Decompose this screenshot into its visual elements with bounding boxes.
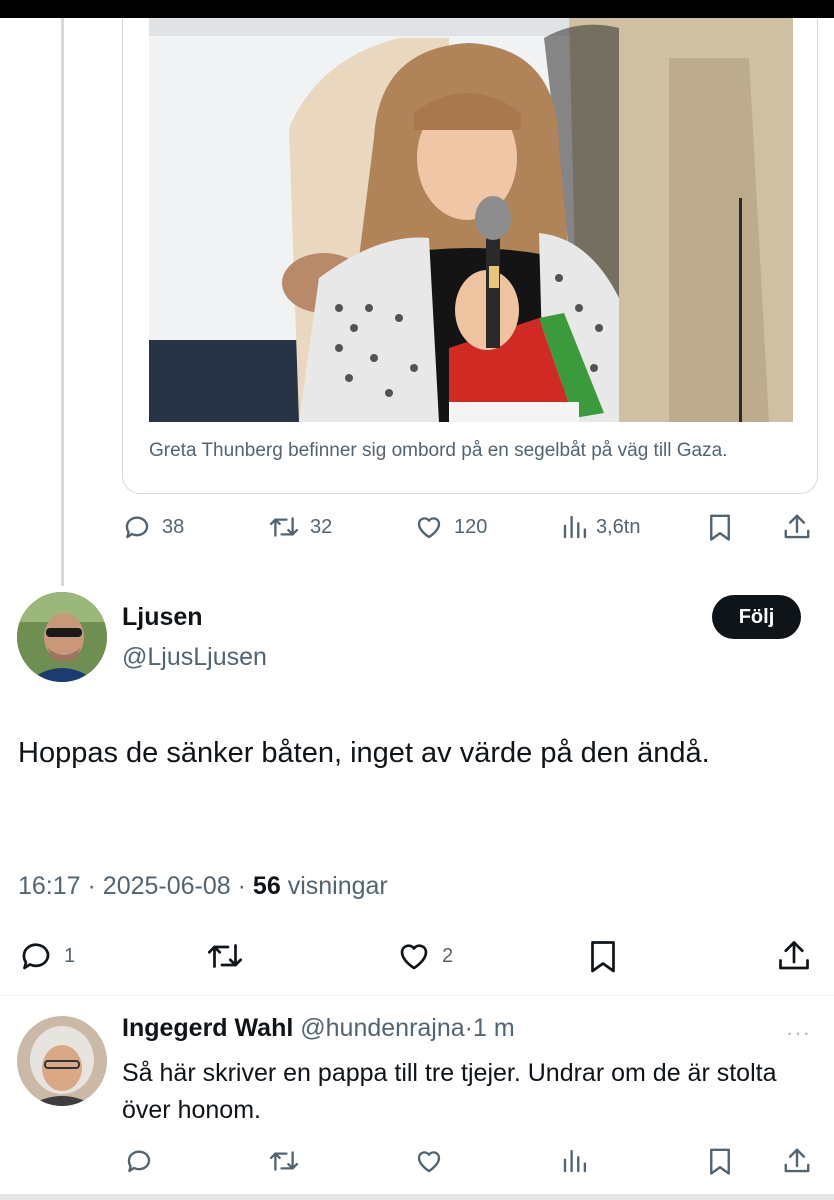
reply-bookmark-button[interactable]: [706, 1146, 734, 1176]
post-metadata: 16:17 · 2025-06-08 · 56 visningar: [18, 872, 388, 901]
reply-reply-button[interactable]: [124, 1146, 154, 1176]
reply-button[interactable]: 1: [18, 938, 75, 974]
reply-header: Ingegerd Wahl @hundenrajna·1 m: [122, 1014, 515, 1043]
news-photo[interactable]: [149, 18, 793, 422]
like-count: 2: [442, 944, 454, 967]
repost-arrows-icon: [207, 944, 243, 968]
bookmark-icon: [591, 941, 615, 973]
heart-icon: [417, 517, 441, 539]
bar-chart-icon: [563, 1149, 587, 1173]
reply-share-button[interactable]: [782, 1146, 812, 1176]
reply-author-handle[interactable]: @hundenrajna: [300, 1014, 464, 1042]
reply-text: Så här skriver en pappa till tre tjejer.…: [122, 1059, 777, 1124]
share-upload-icon: [779, 941, 809, 970]
reply-like-button[interactable]: [414, 1146, 444, 1176]
quoted-share-button[interactable]: [782, 512, 812, 542]
heart-icon: [400, 944, 428, 970]
bookmark-button[interactable]: [586, 938, 620, 974]
reply-author-avatar[interactable]: [17, 1016, 107, 1106]
author-name[interactable]: Ljusen: [122, 603, 203, 632]
repost-arrows-icon: [269, 517, 299, 537]
photo-illustration: [149, 18, 793, 422]
follow-button[interactable]: Följ: [712, 595, 801, 639]
quoted-bookmark-button[interactable]: [706, 512, 734, 542]
author-avatar[interactable]: [17, 592, 107, 682]
status-bar: [0, 0, 834, 18]
meta-separator: ·: [87, 872, 96, 900]
bookmark-icon: [710, 514, 730, 541]
speech-bubble-icon: [125, 516, 149, 539]
quoted-like-button[interactable]: 120: [414, 512, 487, 542]
reply-author-name[interactable]: Ingegerd Wahl: [122, 1014, 293, 1042]
speech-bubble-icon: [127, 1150, 151, 1173]
share-button[interactable]: [776, 938, 812, 974]
quoted-repost-button[interactable]: 32: [268, 512, 332, 542]
share-upload-icon: [784, 514, 810, 539]
share-upload-icon: [784, 1148, 810, 1173]
thread-connector-line: [61, 18, 64, 586]
quoted-like-count: 120: [454, 515, 488, 538]
post-date[interactable]: 2025-06-08: [103, 872, 231, 900]
author-handle[interactable]: @LjusLjusen: [122, 643, 267, 672]
divider: [0, 995, 834, 996]
reply-count: 1: [64, 944, 76, 967]
speech-bubble-icon: [22, 943, 50, 970]
bottom-edge: [0, 1194, 834, 1200]
reply-views-button[interactable]: [560, 1146, 590, 1176]
quoted-media-card[interactable]: Greta Thunberg befinner sig ombord på en…: [122, 18, 818, 494]
media-caption: Greta Thunberg befinner sig ombord på en…: [149, 440, 728, 461]
views-count: 56: [252, 872, 281, 900]
bar-chart-icon: [563, 515, 587, 539]
avatar-photo: [17, 592, 107, 682]
repost-arrows-icon: [269, 1151, 299, 1171]
repost-button[interactable]: [205, 938, 245, 974]
post-text: Hoppas de sänker båten, inget av värde p…: [18, 737, 710, 769]
quoted-views-button[interactable]: 3,6tn: [560, 512, 640, 542]
reply-separator: ·: [464, 1014, 473, 1042]
quoted-views-count: 3,6tn: [596, 515, 641, 538]
more-options-icon[interactable]: ···: [786, 1020, 811, 1046]
views-label: visningar: [287, 872, 388, 900]
like-button[interactable]: 2: [396, 938, 453, 974]
quoted-reply-button[interactable]: 38: [122, 512, 184, 542]
quoted-reply-count: 38: [162, 515, 185, 538]
meta-separator: ·: [237, 872, 246, 900]
avatar-photo: [17, 1016, 107, 1106]
heart-icon: [417, 1151, 441, 1173]
quoted-repost-count: 32: [310, 515, 333, 538]
bookmark-icon: [710, 1148, 730, 1175]
reply-age[interactable]: 1 m: [473, 1014, 515, 1042]
reply-repost-button[interactable]: [268, 1146, 300, 1176]
post-time[interactable]: 16:17: [18, 872, 81, 900]
